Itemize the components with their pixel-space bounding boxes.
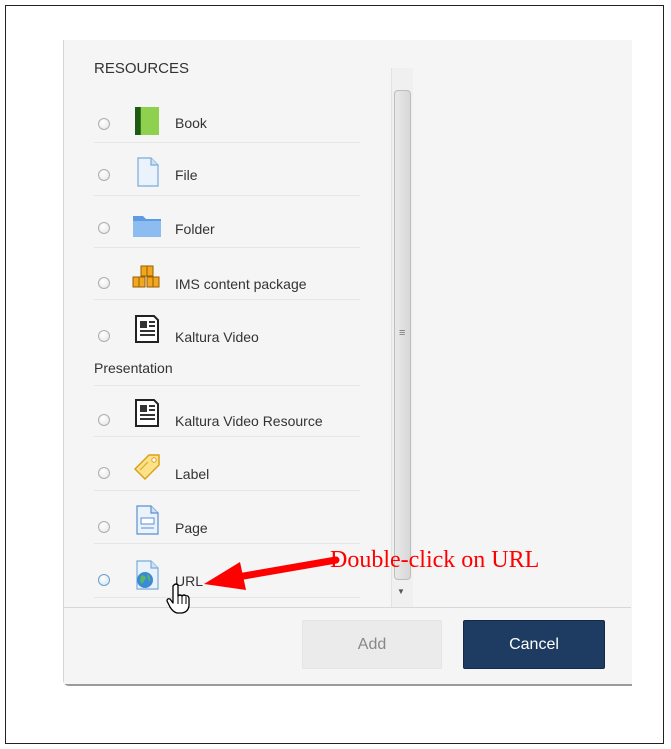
list-item-label-line2: Presentation bbox=[94, 360, 173, 376]
ims-package-icon bbox=[132, 265, 160, 288]
hand-cursor-icon bbox=[166, 583, 190, 614]
kaltura-icon bbox=[135, 315, 159, 343]
radio-folder[interactable] bbox=[98, 222, 110, 234]
list-item-folder[interactable]: Folder bbox=[94, 195, 360, 248]
list-item-label: Kaltura Video bbox=[175, 329, 259, 345]
url-globe-icon bbox=[136, 560, 159, 590]
list-item-ims-content-package[interactable]: IMS content package bbox=[94, 247, 360, 300]
radio-kaltura-video-presentation[interactable] bbox=[98, 330, 110, 342]
list-item-label: IMS content package bbox=[175, 276, 307, 292]
page-icon bbox=[136, 505, 159, 535]
list-item-file[interactable]: File bbox=[94, 142, 360, 196]
list-item-label: File bbox=[175, 167, 198, 183]
annotation-arrow-icon bbox=[204, 556, 340, 590]
radio-kaltura-video-resource[interactable] bbox=[98, 414, 110, 426]
list-item-label: Label bbox=[175, 466, 210, 482]
list-item-label: Folder bbox=[175, 221, 215, 237]
vertical-scrollbar[interactable]: ≡ ▼ bbox=[391, 68, 413, 607]
list-item-label: Kaltura Video Resource bbox=[175, 413, 323, 429]
scrollbar-grip-icon: ≡ bbox=[399, 327, 406, 339]
file-icon bbox=[137, 157, 159, 187]
radio-url[interactable] bbox=[98, 574, 110, 586]
resources-list: RESOURCES Book File Folder IMS content p… bbox=[64, 40, 413, 607]
annotation-text: Double-click on URL bbox=[330, 547, 540, 573]
label-tag-icon bbox=[133, 454, 160, 481]
scrollbar-thumb[interactable]: ≡ bbox=[394, 90, 411, 580]
radio-file[interactable] bbox=[98, 169, 110, 181]
kaltura-icon bbox=[135, 399, 159, 427]
scroll-down-arrow-icon[interactable]: ▼ bbox=[397, 587, 405, 596]
dialog-footer: Add Cancel bbox=[64, 607, 631, 684]
radio-book[interactable] bbox=[98, 118, 110, 130]
list-item-book[interactable]: Book bbox=[94, 101, 360, 143]
activity-chooser-dialog: RESOURCES Book File Folder IMS content p… bbox=[63, 40, 632, 686]
list-item-kaltura-video-presentation[interactable]: Kaltura Video Presentation bbox=[94, 299, 360, 386]
list-item-label: Book bbox=[175, 115, 207, 131]
radio-label[interactable] bbox=[98, 467, 110, 479]
radio-page[interactable] bbox=[98, 521, 110, 533]
list-item-kaltura-video-resource[interactable]: Kaltura Video Resource bbox=[94, 385, 360, 437]
folder-icon bbox=[133, 216, 161, 237]
list-item-label: Page bbox=[175, 520, 208, 536]
list-item-label[interactable]: Label bbox=[94, 436, 360, 491]
list-item-page[interactable]: Page bbox=[94, 490, 360, 544]
add-button[interactable]: Add bbox=[302, 620, 442, 669]
cancel-button[interactable]: Cancel bbox=[463, 620, 605, 669]
book-icon bbox=[135, 107, 159, 135]
section-title-resources: RESOURCES bbox=[94, 60, 190, 77]
radio-ims-content-package[interactable] bbox=[98, 277, 110, 289]
